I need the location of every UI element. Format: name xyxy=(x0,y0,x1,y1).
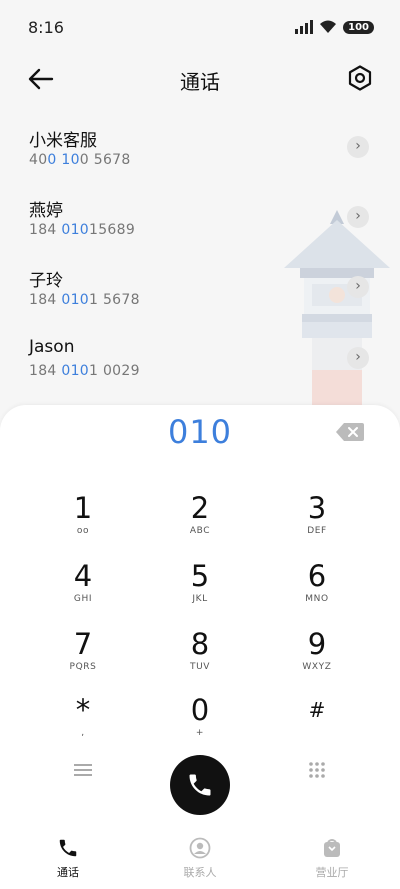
contact-row[interactable]: Jason 184 0101 0029 › xyxy=(0,323,400,389)
page-title: 通话 xyxy=(180,70,220,94)
contact-detail-chevron-icon[interactable]: › xyxy=(347,347,369,369)
menu-lines-icon[interactable] xyxy=(72,761,94,779)
contact-number: 184 0101 5678 xyxy=(29,292,140,308)
status-icons: 100 xyxy=(295,20,374,34)
signal-icon xyxy=(295,20,314,34)
contact-number: 400 100 5678 xyxy=(29,152,131,168)
contact-name: 子玲 xyxy=(29,271,63,291)
contact-name: 小米客服 xyxy=(29,131,97,151)
header: 通话 xyxy=(0,56,400,100)
dial-key-7[interactable]: 7 PQRS xyxy=(28,627,138,689)
contact-name: 燕婷 xyxy=(29,201,63,221)
contact-number: 184 01015689 xyxy=(29,222,136,238)
dial-key-3[interactable]: 3 DEF xyxy=(262,491,372,553)
dialpad-grid-icon[interactable] xyxy=(308,761,326,779)
dial-key-2[interactable]: 2 ABC xyxy=(145,491,255,553)
voicemail-icon: ᴏᴏ xyxy=(76,526,90,536)
dial-key-6[interactable]: 6 MNO xyxy=(262,559,372,621)
contact-detail-chevron-icon[interactable]: › xyxy=(347,136,369,158)
dial-key-5[interactable]: 5 JKL xyxy=(145,559,255,621)
dial-key-hash[interactable]: # xyxy=(262,693,372,755)
phone-call-icon xyxy=(189,774,211,796)
tab-calls[interactable]: 通话 xyxy=(28,837,108,880)
contact-number: 184 0101 0029 xyxy=(29,363,140,379)
settings-gear-icon[interactable] xyxy=(346,64,374,92)
store-icon xyxy=(324,839,340,857)
tab-calls-label: 通话 xyxy=(57,866,79,879)
dial-key-star[interactable]: * , xyxy=(28,693,138,755)
dial-key-0[interactable]: 0 + xyxy=(145,693,255,755)
battery-indicator: 100 xyxy=(343,20,374,34)
contact-name: Jason xyxy=(29,337,75,357)
dial-key-1[interactable]: 1 ᴏᴏ xyxy=(28,491,138,553)
tab-contacts[interactable]: 联系人 xyxy=(160,837,240,880)
dial-key-9[interactable]: 9 WXYZ xyxy=(262,627,372,689)
dial-key-4[interactable]: 4 GHI xyxy=(28,559,138,621)
contact-detail-chevron-icon[interactable]: › xyxy=(347,276,369,298)
tab-contacts-label: 联系人 xyxy=(183,866,217,879)
call-button[interactable] xyxy=(170,755,230,815)
status-bar: 8:16 100 xyxy=(0,0,400,56)
contact-row[interactable]: 燕婷 184 01015689 › xyxy=(0,182,400,248)
phone-icon xyxy=(59,839,77,857)
backspace-icon[interactable] xyxy=(336,423,364,441)
dial-key-8[interactable]: 8 TUV xyxy=(145,627,255,689)
dialpad-panel: 010 1 ᴏᴏ 2 ABC 3 DEF 4 GHI 5 JKL 6 MNO 7… xyxy=(0,405,400,889)
tab-store-label: 营业厅 xyxy=(315,866,349,879)
contact-row[interactable]: 小米客服 400 100 5678 › xyxy=(0,112,400,178)
bottom-nav: 通话 联系人 营业厅 xyxy=(0,831,400,889)
contact-row[interactable]: 子玲 184 0101 5678 › xyxy=(0,252,400,318)
contact-detail-chevron-icon[interactable]: › xyxy=(347,206,369,228)
wifi-icon xyxy=(320,20,337,33)
status-time: 8:16 xyxy=(28,18,64,37)
tab-store[interactable]: 营业厅 xyxy=(292,837,372,880)
contacts-icon xyxy=(189,837,211,859)
